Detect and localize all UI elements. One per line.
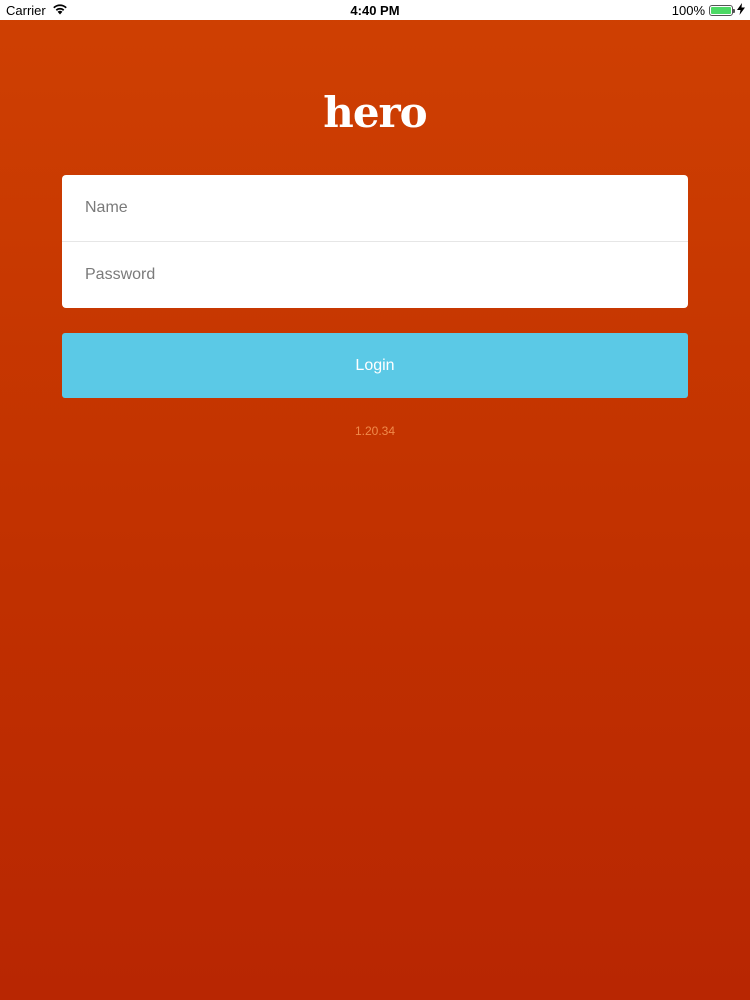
bolt-icon xyxy=(737,3,745,18)
status-time: 4:40 PM xyxy=(350,3,400,18)
login-form-card xyxy=(62,175,688,308)
battery-percent: 100% xyxy=(671,3,705,18)
status-bar: Carrier 4:40 PM 100% xyxy=(0,0,750,20)
hero-logo: hero xyxy=(323,88,427,137)
password-field[interactable] xyxy=(62,242,688,308)
battery-fill xyxy=(711,7,731,14)
login-button[interactable]: Login xyxy=(62,333,688,398)
status-right: 100% xyxy=(672,3,745,18)
name-field[interactable] xyxy=(62,175,688,241)
battery-icon xyxy=(709,5,735,16)
version-label: 1.20.34 xyxy=(354,424,396,438)
